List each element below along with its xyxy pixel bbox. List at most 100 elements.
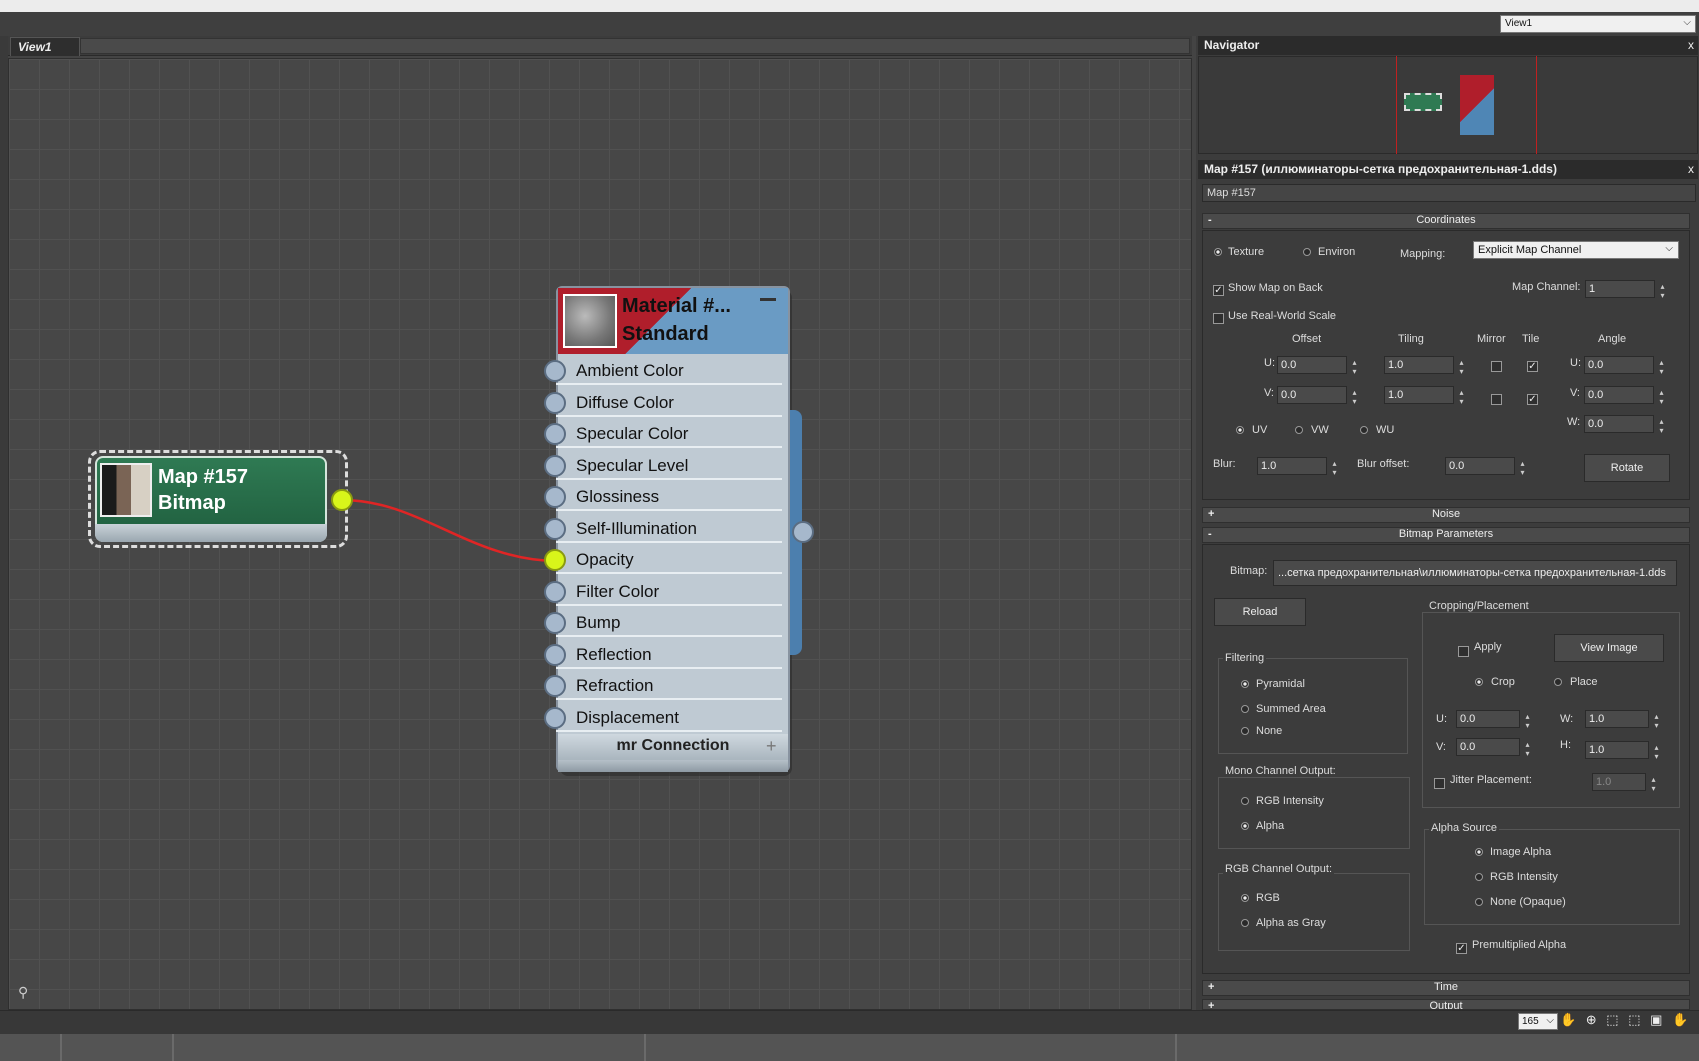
coordinates-rollout-header[interactable]: - Coordinates [1202, 213, 1690, 229]
noise-rollout-header[interactable]: + Noise [1202, 507, 1690, 523]
chevron-down-icon: ⌵ [1665, 243, 1673, 254]
rgb-radio[interactable] [1241, 894, 1249, 902]
slot-input-socket[interactable] [544, 454, 566, 477]
bitmap-path-button[interactable]: ...сетка предохранительная\иллюминаторы-… [1273, 560, 1677, 586]
slot-input-socket[interactable] [544, 360, 566, 382]
u-tiling-spinner[interactable]: 1.0 [1384, 356, 1465, 376]
material-slot[interactable]: Specular Color [544, 419, 782, 448]
vw-radio[interactable] [1295, 426, 1303, 434]
crop-v-spinner[interactable]: 0.0 [1456, 738, 1531, 758]
uv-radio[interactable] [1236, 426, 1244, 434]
blur-offset-spinner[interactable]: 0.0 [1445, 457, 1526, 477]
slot-input-socket[interactable] [544, 706, 566, 729]
pyramidal-radio[interactable] [1241, 680, 1249, 688]
map-name-field[interactable]: Map #157 [1202, 184, 1696, 202]
slot-label: Diffuse Color [576, 392, 674, 412]
v-offset-spinner[interactable]: 0.0 [1277, 386, 1358, 406]
map-channel-label: Map Channel: [1512, 281, 1581, 293]
premultiplied-alpha-checkbox[interactable]: ✓ [1456, 943, 1467, 954]
mirror-column-label: Mirror [1477, 333, 1506, 345]
zoom-dropdown[interactable]: 165 ⌵ [1518, 1013, 1558, 1030]
blur-spinner[interactable]: 1.0 [1257, 457, 1338, 477]
place-radio[interactable] [1554, 678, 1562, 686]
u-offset-spinner[interactable]: 0.0 [1277, 356, 1358, 376]
bitmap-params-rollout-header[interactable]: - Bitmap Parameters [1202, 527, 1690, 543]
w-angle-spinner[interactable]: 0.0 [1584, 415, 1665, 435]
plus-icon[interactable]: + [766, 736, 777, 757]
u-tile-checkbox[interactable]: ✓ [1527, 361, 1538, 372]
close-icon[interactable]: x [1688, 162, 1694, 176]
minimize-icon[interactable] [760, 298, 776, 301]
material-slot[interactable]: Specular Level [544, 451, 782, 480]
material-slot[interactable]: Glossiness [544, 482, 782, 511]
use-real-world-checkbox[interactable] [1213, 313, 1224, 324]
view-image-button[interactable]: View Image [1554, 634, 1664, 662]
crop-w-spinner[interactable]: 1.0 [1585, 710, 1660, 730]
slot-input-socket[interactable] [544, 423, 566, 445]
material-slot[interactable]: Bump [544, 608, 782, 637]
map-channel-spinner[interactable]: 1 [1585, 280, 1666, 300]
timeline-track[interactable] [0, 1034, 1699, 1061]
wu-radio[interactable] [1360, 426, 1368, 434]
crop-u-spinner[interactable]: 0.0 [1456, 710, 1531, 730]
jitter-checkbox[interactable] [1434, 778, 1445, 789]
filtering-none-label: None [1256, 725, 1283, 737]
u-mirror-checkbox[interactable] [1491, 361, 1502, 372]
crop-radio[interactable] [1475, 678, 1483, 686]
none-opaque-radio[interactable] [1475, 898, 1483, 906]
output-rollout-header[interactable]: + Output [1202, 999, 1690, 1010]
apply-checkbox[interactable] [1458, 646, 1469, 657]
material-slot[interactable]: Refraction [544, 671, 782, 700]
crop-h-spinner[interactable]: 1.0 [1585, 741, 1660, 761]
alpha-as-gray-radio[interactable] [1241, 919, 1249, 927]
rotate-button[interactable]: Rotate [1584, 454, 1670, 482]
v-tile-checkbox[interactable]: ✓ [1527, 394, 1538, 405]
slot-label: Reflection [576, 644, 652, 664]
show-map-on-back-checkbox[interactable]: ✓ [1213, 285, 1224, 296]
material-slot[interactable]: Ambient Color [544, 356, 782, 385]
u-angle-spinner[interactable]: 0.0 [1584, 356, 1665, 376]
v-angle-spinner[interactable]: 0.0 [1584, 386, 1665, 406]
filtering-none-radio[interactable] [1241, 727, 1249, 735]
material-slot[interactable]: Reflection [544, 640, 782, 669]
image-alpha-radio[interactable] [1475, 848, 1483, 856]
slot-input-socket[interactable] [544, 486, 566, 508]
slot-input-socket[interactable] [544, 675, 566, 697]
v-tiling-spinner[interactable]: 1.0 [1384, 386, 1465, 406]
material-slot[interactable]: Displacement [544, 703, 782, 732]
use-real-world-label: Use Real-World Scale [1228, 310, 1337, 322]
material-node-footer [558, 760, 788, 772]
navigator-view[interactable] [1198, 56, 1698, 154]
navigation-icons[interactable]: ✋ ⊕ ⬚ ⬚ ▣ ✋ [1560, 1012, 1698, 1030]
slot-input-socket[interactable] [544, 580, 566, 603]
mono-rgb-intensity-label: RGB Intensity [1256, 795, 1324, 807]
material-slot[interactable]: Filter Color [544, 577, 782, 606]
summed-area-radio[interactable] [1241, 705, 1249, 713]
texture-radio[interactable] [1214, 248, 1222, 256]
slot-input-socket[interactable] [544, 643, 566, 666]
material-slot[interactable]: Diffuse Color [544, 388, 782, 417]
mono-rgb-intensity-radio[interactable] [1241, 797, 1249, 805]
v-mirror-checkbox[interactable] [1491, 394, 1502, 405]
binoculars-icon[interactable]: ⚲ [18, 984, 28, 1001]
material-slot[interactable]: Opacity [544, 545, 782, 574]
environ-radio[interactable] [1303, 248, 1311, 256]
material-slot[interactable]: Self-Illumination [544, 514, 782, 543]
rgb-channel-title: RGB Channel Output: [1223, 863, 1335, 875]
reload-button[interactable]: Reload [1214, 598, 1306, 626]
slot-input-socket[interactable] [544, 612, 566, 634]
time-rollout-header[interactable]: + Time [1202, 980, 1690, 996]
collapse-icon: - [1208, 528, 1212, 540]
mapping-dropdown[interactable]: Explicit Map Channel ⌵ [1473, 241, 1679, 259]
slot-input-socket[interactable] [544, 517, 566, 540]
alpha-rgb-intensity-radio[interactable] [1475, 873, 1483, 881]
slot-input-socket[interactable] [544, 549, 566, 571]
environ-label: Environ [1318, 246, 1356, 258]
mono-alpha-radio[interactable] [1241, 822, 1249, 830]
mr-connection-rollout[interactable]: mr Connection [558, 734, 788, 760]
jitter-spinner[interactable]: 1.0 [1592, 773, 1657, 793]
slot-input-socket[interactable] [544, 391, 566, 414]
material-output-socket[interactable] [792, 521, 814, 543]
map-output-socket[interactable] [331, 489, 353, 511]
close-icon[interactable]: x [1688, 38, 1694, 52]
